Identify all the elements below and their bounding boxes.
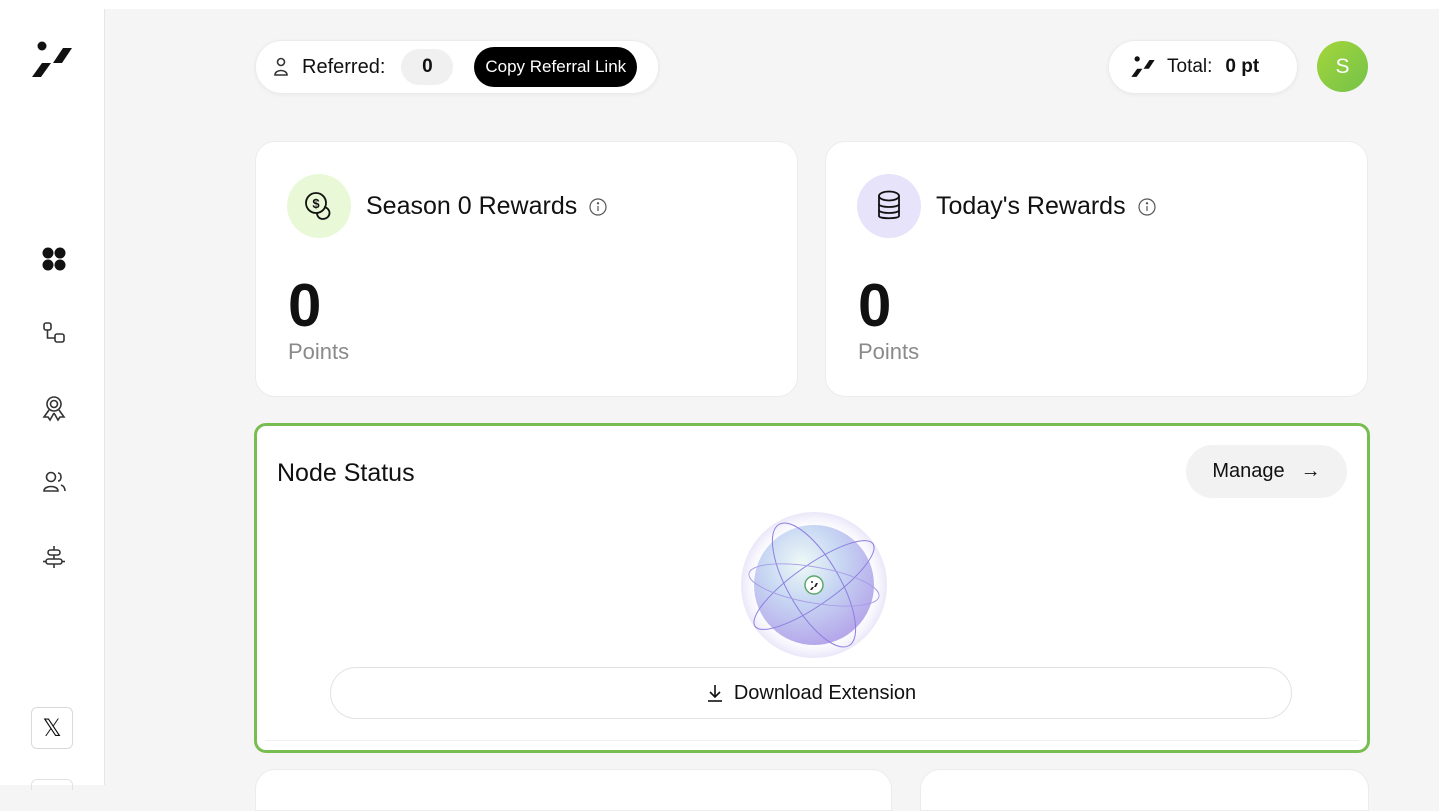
copy-referral-link-button[interactable]: Copy Referral Link (474, 47, 638, 87)
nav-dashboard-icon[interactable] (38, 243, 70, 275)
database-icon (857, 174, 921, 238)
total-label: Total: (1167, 56, 1213, 77)
season-rewards-title: Season 0 Rewards (366, 192, 608, 221)
nav-settings-icon[interactable] (38, 541, 70, 573)
download-icon (707, 685, 722, 702)
node-status-card: Node Status Manage → Download Extension (254, 423, 1370, 753)
user-avatar[interactable]: S (1317, 41, 1368, 92)
points-logo-icon (1131, 56, 1155, 77)
nav-rewards-icon[interactable] (38, 392, 70, 424)
season-rewards-label: Season 0 Rewards (366, 192, 578, 220)
todays-rewards-unit: Points (858, 339, 920, 364)
user-icon (274, 57, 288, 76)
divider (265, 740, 1359, 741)
globe-illustration-icon (741, 512, 887, 658)
top-strip (0, 0, 1439, 9)
total-points-pill: Total: 0 pt (1108, 40, 1298, 94)
season-rewards-value: 0 (288, 272, 322, 339)
season-rewards-card: $ Season 0 Rewards 0 Points (255, 141, 798, 397)
manage-label: Manage (1212, 460, 1285, 482)
info-icon[interactable] (588, 197, 608, 217)
todays-rewards-value: 0 (858, 272, 892, 339)
lower-right-card (920, 769, 1369, 811)
nav-nodes-icon[interactable] (38, 317, 70, 349)
info-icon[interactable] (1137, 197, 1157, 217)
season-rewards-unit: Points (288, 339, 350, 364)
app-logo-icon[interactable] (28, 36, 76, 84)
todays-rewards-label: Today's Rewards (936, 192, 1126, 220)
sidebar: 𝕏 (0, 9, 105, 790)
referred-count: 0 (401, 49, 454, 85)
lower-left-card (255, 769, 892, 811)
x-social-button[interactable]: 𝕏 (31, 707, 73, 749)
download-extension-button[interactable]: Download Extension (330, 667, 1292, 719)
nav-referrals-icon[interactable] (38, 466, 70, 498)
total-value: 0 pt (1225, 56, 1260, 77)
referred-label: Referred: (302, 55, 386, 78)
todays-rewards-card: Today's Rewards 0 Points (825, 141, 1368, 397)
x-icon: 𝕏 (42, 714, 62, 742)
svg-text:$: $ (312, 196, 320, 211)
manage-button[interactable]: Manage → (1186, 445, 1347, 498)
coins-icon: $ (287, 174, 351, 238)
download-extension-label: Download Extension (733, 681, 917, 704)
arrow-right-icon: → (1300, 460, 1321, 482)
node-status-title: Node Status (277, 459, 415, 487)
referral-pill: Referred: 0 Copy Referral Link (255, 40, 659, 94)
todays-rewards-title: Today's Rewards (936, 192, 1157, 221)
